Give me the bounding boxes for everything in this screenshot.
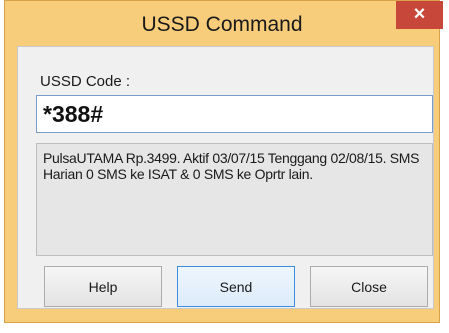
close-icon[interactable]: × <box>396 1 443 29</box>
window-title: USSD Command <box>141 13 303 36</box>
ussd-code-label: USSD Code : <box>40 73 131 90</box>
response-textbox[interactable]: PulsaUTAMA Rp.3499. Aktif 03/07/15 Tengg… <box>36 143 433 256</box>
close-button[interactable]: Close <box>310 266 428 307</box>
send-button[interactable]: Send <box>177 266 295 307</box>
title-bar: USSD Command <box>5 1 439 46</box>
help-button[interactable]: Help <box>44 266 162 307</box>
ussd-code-input[interactable] <box>36 95 433 133</box>
